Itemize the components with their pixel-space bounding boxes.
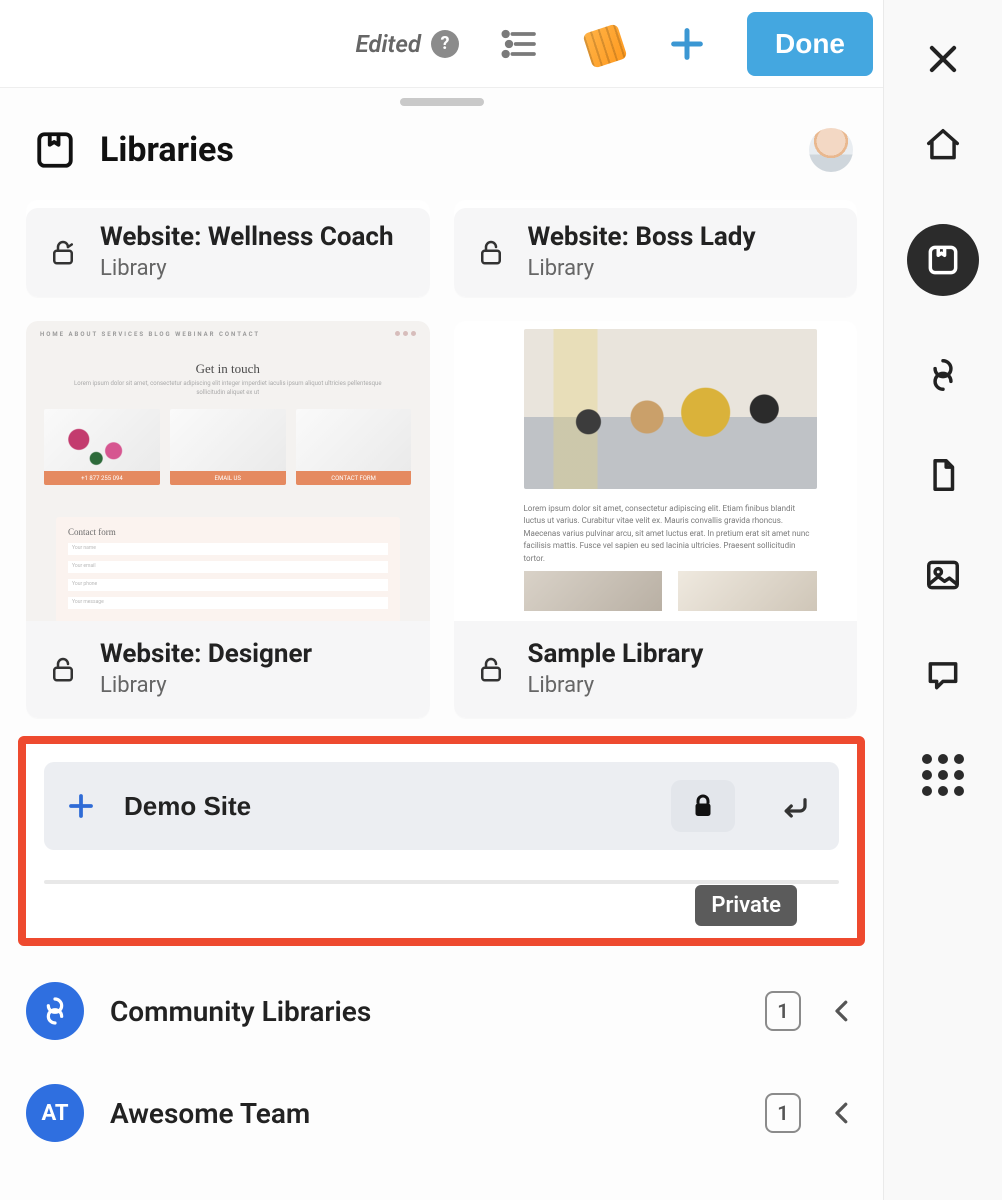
- image-icon[interactable]: [922, 554, 964, 596]
- libraries-icon: [34, 129, 76, 171]
- library-card[interactable]: Website: Boss Lady Library: [454, 200, 858, 297]
- more-icon[interactable]: [922, 754, 964, 796]
- community-libraries-row[interactable]: Community Libraries 1: [26, 960, 857, 1062]
- community-icon: [26, 982, 84, 1040]
- swirl-icon[interactable]: [922, 354, 964, 396]
- libraries-nav-icon[interactable]: [907, 224, 979, 296]
- new-library-input[interactable]: [124, 791, 643, 822]
- new-library-highlight: Private: [18, 736, 865, 946]
- privacy-toggle-button[interactable]: [671, 780, 735, 832]
- top-toolbar: Edited ? Done: [0, 0, 883, 88]
- library-thumbnail: HOME ABOUT SERVICES BLOG WEBINAR CONTACT…: [26, 321, 430, 621]
- drag-handle[interactable]: [400, 98, 484, 106]
- unlock-icon: [48, 654, 78, 684]
- outline-icon[interactable]: [495, 20, 543, 68]
- edited-status: Edited ?: [356, 30, 460, 58]
- comment-icon[interactable]: [922, 654, 964, 696]
- panel-header: Libraries: [0, 106, 883, 200]
- panel-title: Libraries: [100, 130, 785, 170]
- right-sidebar: [884, 0, 1002, 1200]
- library-title: Sample Library: [528, 639, 704, 669]
- unlock-icon: [476, 237, 506, 267]
- edited-label: Edited: [356, 30, 422, 58]
- close-icon[interactable]: [922, 38, 964, 80]
- library-thumbnail: Lorem ipsum dolor sit amet, consectetur …: [454, 321, 858, 621]
- library-subtitle: Library: [528, 673, 704, 698]
- privacy-tooltip: Private: [695, 885, 797, 926]
- done-button[interactable]: Done: [747, 12, 873, 76]
- library-card[interactable]: HOME ABOUT SERVICES BLOG WEBINAR CONTACT…: [26, 321, 430, 718]
- home-icon[interactable]: [922, 124, 964, 166]
- chevron-left-icon: [827, 996, 857, 1026]
- team-avatar: AT: [26, 1084, 84, 1142]
- unlock-icon: [476, 654, 506, 684]
- plus-icon: [66, 791, 96, 821]
- count-badge: 1: [765, 991, 801, 1031]
- team-row[interactable]: AT Awesome Team 1: [26, 1062, 857, 1164]
- lock-icon: [688, 791, 718, 821]
- library-title: Website: Boss Lady: [528, 222, 756, 252]
- library-subtitle: Library: [100, 256, 394, 281]
- count-badge: 1: [765, 1093, 801, 1133]
- ruler-icon[interactable]: [579, 20, 627, 68]
- library-subtitle: Library: [100, 673, 312, 698]
- library-card[interactable]: Lorem ipsum dolor sit amet, consectetur …: [454, 321, 858, 718]
- library-title: Website: Designer: [100, 639, 312, 669]
- row-label: Awesome Team: [110, 1097, 739, 1130]
- submit-button[interactable]: [763, 780, 827, 832]
- libraries-panel: Libraries Website: Wellness Coach: [0, 88, 883, 1200]
- library-subtitle: Library: [528, 256, 756, 281]
- new-library-row: [44, 762, 839, 850]
- enter-icon: [780, 791, 810, 821]
- add-icon[interactable]: [663, 20, 711, 68]
- unlock-icon: [48, 237, 78, 267]
- file-icon[interactable]: [922, 454, 964, 496]
- help-icon[interactable]: ?: [431, 30, 459, 58]
- library-card[interactable]: Website: Wellness Coach Library: [26, 200, 430, 297]
- row-label: Community Libraries: [110, 995, 739, 1028]
- chevron-left-icon: [827, 1098, 857, 1128]
- user-avatar[interactable]: [809, 128, 853, 172]
- library-title: Website: Wellness Coach: [100, 222, 394, 252]
